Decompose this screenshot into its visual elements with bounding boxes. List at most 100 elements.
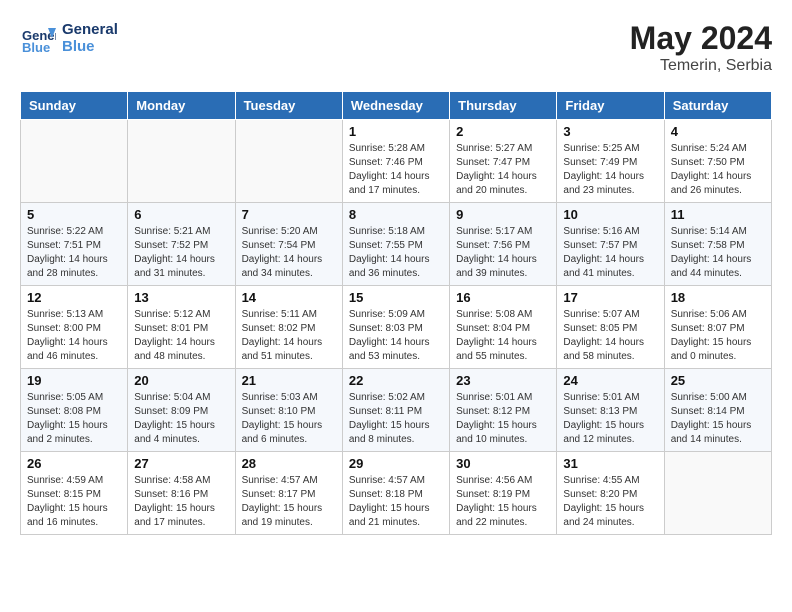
day-number: 28	[242, 456, 336, 471]
day-number: 3	[563, 124, 657, 139]
calendar-cell: 28 Sunrise: 4:57 AM Sunset: 8:17 PM Dayli…	[235, 452, 342, 535]
day-info: Sunrise: 5:21 AM Sunset: 7:52 PM Dayligh…	[134, 225, 228, 281]
day-number: 16	[456, 290, 550, 305]
calendar-cell	[235, 120, 342, 203]
calendar-cell: 17 Sunrise: 5:07 AM Sunset: 8:05 PM Dayli…	[557, 286, 664, 369]
day-number: 20	[134, 373, 228, 388]
day-info: Sunrise: 5:01 AM Sunset: 8:12 PM Dayligh…	[456, 391, 550, 447]
day-info: Sunrise: 5:17 AM Sunset: 7:56 PM Dayligh…	[456, 225, 550, 281]
calendar-cell: 19 Sunrise: 5:05 AM Sunset: 8:08 PM Dayli…	[21, 369, 128, 452]
day-info: Sunrise: 5:00 AM Sunset: 8:14 PM Dayligh…	[671, 391, 765, 447]
title-block: May 2024 Temerin, Serbia	[630, 20, 772, 75]
day-info: Sunrise: 5:07 AM Sunset: 8:05 PM Dayligh…	[563, 308, 657, 364]
day-info: Sunrise: 5:05 AM Sunset: 8:08 PM Dayligh…	[27, 391, 121, 447]
day-number: 27	[134, 456, 228, 471]
calendar-cell: 21Sunrise: 5:03 AM Sunset: 8:10 PM Dayli…	[235, 369, 342, 452]
day-info: Sunrise: 5:16 AM Sunset: 7:57 PM Dayligh…	[563, 225, 657, 281]
calendar-cell: 2 Sunrise: 5:27 AM Sunset: 7:47 PM Daylig…	[450, 120, 557, 203]
calendar-cell: 8Sunrise: 5:18 AM Sunset: 7:55 PM Daylig…	[342, 203, 449, 286]
weekday-header: Saturday	[664, 92, 771, 120]
day-number: 5	[27, 207, 121, 222]
logo-line1: General	[62, 21, 118, 38]
calendar-cell: 5 Sunrise: 5:22 AM Sunset: 7:51 PM Daylig…	[21, 203, 128, 286]
day-info: Sunrise: 5:08 AM Sunset: 8:04 PM Dayligh…	[456, 308, 550, 364]
day-info: Sunrise: 4:59 AM Sunset: 8:15 PM Dayligh…	[27, 474, 121, 530]
calendar-week-row: 26 Sunrise: 4:59 AM Sunset: 8:15 PM Dayli…	[21, 452, 772, 535]
day-number: 9	[456, 207, 550, 222]
calendar-week-row: 12 Sunrise: 5:13 AM Sunset: 8:00 PM Dayli…	[21, 286, 772, 369]
day-info: Sunrise: 5:24 AM Sunset: 7:50 PM Dayligh…	[671, 142, 765, 198]
calendar-cell: 4Sunrise: 5:24 AM Sunset: 7:50 PM Daylig…	[664, 120, 771, 203]
calendar-cell	[128, 120, 235, 203]
calendar-cell	[664, 452, 771, 535]
logo-icon: General Blue	[20, 20, 56, 56]
weekday-header: Friday	[557, 92, 664, 120]
calendar-table: SundayMondayTuesdayWednesdayThursdayFrid…	[20, 91, 772, 535]
day-number: 22	[349, 373, 443, 388]
day-info: Sunrise: 5:04 AM Sunset: 8:09 PM Dayligh…	[134, 391, 228, 447]
day-number: 24	[563, 373, 657, 388]
day-info: Sunrise: 5:22 AM Sunset: 7:51 PM Dayligh…	[27, 225, 121, 281]
day-number: 18	[671, 290, 765, 305]
day-info: Sunrise: 4:57 AM Sunset: 8:18 PM Dayligh…	[349, 474, 443, 530]
day-info: Sunrise: 5:27 AM Sunset: 7:47 PM Dayligh…	[456, 142, 550, 198]
day-number: 15	[349, 290, 443, 305]
weekday-header: Tuesday	[235, 92, 342, 120]
day-number: 7	[242, 207, 336, 222]
day-number: 30	[456, 456, 550, 471]
calendar-cell: 24 Sunrise: 5:01 AM Sunset: 8:13 PM Dayli…	[557, 369, 664, 452]
day-number: 8	[349, 207, 443, 222]
day-info: Sunrise: 5:09 AM Sunset: 8:03 PM Dayligh…	[349, 308, 443, 364]
day-number: 29	[349, 456, 443, 471]
calendar-cell: 3 Sunrise: 5:25 AM Sunset: 7:49 PM Daylig…	[557, 120, 664, 203]
calendar-cell: 6 Sunrise: 5:21 AM Sunset: 7:52 PM Daylig…	[128, 203, 235, 286]
day-number: 17	[563, 290, 657, 305]
day-number: 31	[563, 456, 657, 471]
weekday-header-row: SundayMondayTuesdayWednesdayThursdayFrid…	[21, 92, 772, 120]
calendar-cell: 27 Sunrise: 4:58 AM Sunset: 8:16 PM Dayli…	[128, 452, 235, 535]
calendar-cell: 9 Sunrise: 5:17 AM Sunset: 7:56 PM Daylig…	[450, 203, 557, 286]
day-info: Sunrise: 5:01 AM Sunset: 8:13 PM Dayligh…	[563, 391, 657, 447]
day-number: 25	[671, 373, 765, 388]
day-info: Sunrise: 5:28 AM Sunset: 7:46 PM Dayligh…	[349, 142, 443, 198]
day-number: 12	[27, 290, 121, 305]
day-number: 26	[27, 456, 121, 471]
location: Temerin, Serbia	[630, 57, 772, 75]
day-number: 2	[456, 124, 550, 139]
calendar-cell: 7Sunrise: 5:20 AM Sunset: 7:54 PM Daylig…	[235, 203, 342, 286]
day-info: Sunrise: 5:14 AM Sunset: 7:58 PM Dayligh…	[671, 225, 765, 281]
calendar-week-row: 5 Sunrise: 5:22 AM Sunset: 7:51 PM Daylig…	[21, 203, 772, 286]
day-info: Sunrise: 5:12 AM Sunset: 8:01 PM Dayligh…	[134, 308, 228, 364]
calendar-cell: 30 Sunrise: 4:56 AM Sunset: 8:19 PM Dayli…	[450, 452, 557, 535]
calendar-cell: 20 Sunrise: 5:04 AM Sunset: 8:09 PM Dayli…	[128, 369, 235, 452]
calendar-cell: 12 Sunrise: 5:13 AM Sunset: 8:00 PM Dayli…	[21, 286, 128, 369]
day-number: 6	[134, 207, 228, 222]
day-number: 10	[563, 207, 657, 222]
logo-line2: Blue	[62, 38, 118, 55]
day-number: 14	[242, 290, 336, 305]
day-info: Sunrise: 5:13 AM Sunset: 8:00 PM Dayligh…	[27, 308, 121, 364]
day-number: 19	[27, 373, 121, 388]
day-info: Sunrise: 4:55 AM Sunset: 8:20 PM Dayligh…	[563, 474, 657, 530]
day-info: Sunrise: 5:11 AM Sunset: 8:02 PM Dayligh…	[242, 308, 336, 364]
day-info: Sunrise: 4:56 AM Sunset: 8:19 PM Dayligh…	[456, 474, 550, 530]
weekday-header: Wednesday	[342, 92, 449, 120]
weekday-header: Monday	[128, 92, 235, 120]
calendar-cell: 31 Sunrise: 4:55 AM Sunset: 8:20 PM Dayli…	[557, 452, 664, 535]
day-info: Sunrise: 4:58 AM Sunset: 8:16 PM Dayligh…	[134, 474, 228, 530]
calendar-cell: 15 Sunrise: 5:09 AM Sunset: 8:03 PM Dayli…	[342, 286, 449, 369]
calendar-cell: 11Sunrise: 5:14 AM Sunset: 7:58 PM Dayli…	[664, 203, 771, 286]
calendar-cell: 16 Sunrise: 5:08 AM Sunset: 8:04 PM Dayli…	[450, 286, 557, 369]
day-info: Sunrise: 5:06 AM Sunset: 8:07 PM Dayligh…	[671, 308, 765, 364]
calendar-cell: 14 Sunrise: 5:11 AM Sunset: 8:02 PM Dayli…	[235, 286, 342, 369]
calendar-week-row: 1 Sunrise: 5:28 AM Sunset: 7:46 PM Daylig…	[21, 120, 772, 203]
day-number: 1	[349, 124, 443, 139]
day-number: 21	[242, 373, 336, 388]
day-info: Sunrise: 4:57 AM Sunset: 8:17 PM Dayligh…	[242, 474, 336, 530]
day-info: Sunrise: 5:25 AM Sunset: 7:49 PM Dayligh…	[563, 142, 657, 198]
calendar-cell: 26 Sunrise: 4:59 AM Sunset: 8:15 PM Dayli…	[21, 452, 128, 535]
calendar-cell	[21, 120, 128, 203]
page-header: General Blue General Blue May 2024 Temer…	[20, 20, 772, 75]
day-info: Sunrise: 5:02 AM Sunset: 8:11 PM Dayligh…	[349, 391, 443, 447]
calendar-cell: 25 Sunrise: 5:00 AM Sunset: 8:14 PM Dayli…	[664, 369, 771, 452]
